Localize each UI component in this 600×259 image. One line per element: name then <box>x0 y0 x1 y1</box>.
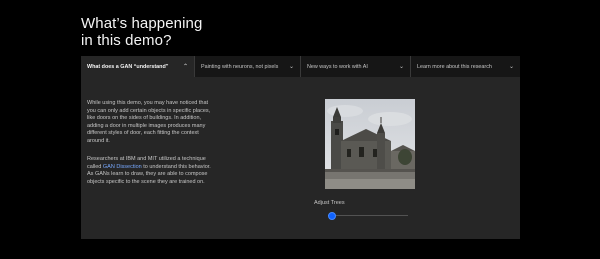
page-heading: What’s happening in this demo? <box>81 15 202 49</box>
tab-painting-with-neurons[interactable]: Painting with neurons, not pixels ⌄ <box>195 56 301 77</box>
chevron-down-icon: ⌄ <box>288 64 294 70</box>
description-paragraph-2: Researchers at IBM and MIT utilized a te… <box>87 156 217 186</box>
tab-label: New ways to work with AI <box>307 63 368 70</box>
chevron-down-icon: ⌄ <box>398 64 404 70</box>
tab-new-ways-ai[interactable]: New ways to work with AI ⌄ <box>301 56 411 77</box>
church-image <box>325 99 415 189</box>
tab-label: What does a GAN “understand” <box>87 63 169 70</box>
gan-dissection-link[interactable]: GAN Dissection <box>103 164 142 170</box>
chevron-down-icon: ⌄ <box>508 64 514 70</box>
heading-line-1: What’s happening <box>81 15 203 32</box>
heading-line-2: in this demo? <box>81 32 172 49</box>
tab-label: Painting with neurons, not pixels <box>201 63 279 70</box>
accordion-tabs: What does a GAN “understand” ⌃ Painting … <box>81 56 520 77</box>
description-paragraph-1: While using this demo, you may have noti… <box>87 100 211 144</box>
slider-label: Adjust Trees <box>314 200 345 206</box>
tab-gan-understand[interactable]: What does a GAN “understand” ⌃ <box>81 56 195 77</box>
adjust-trees-slider[interactable] <box>328 211 408 220</box>
tab-panel: While using this demo, you may have noti… <box>81 77 520 239</box>
tab-label: Learn more about this research <box>417 63 492 70</box>
tab-learn-more[interactable]: Learn more about this research ⌄ <box>411 56 520 77</box>
slider-thumb[interactable] <box>328 211 336 220</box>
chevron-up-icon: ⌃ <box>182 64 188 70</box>
